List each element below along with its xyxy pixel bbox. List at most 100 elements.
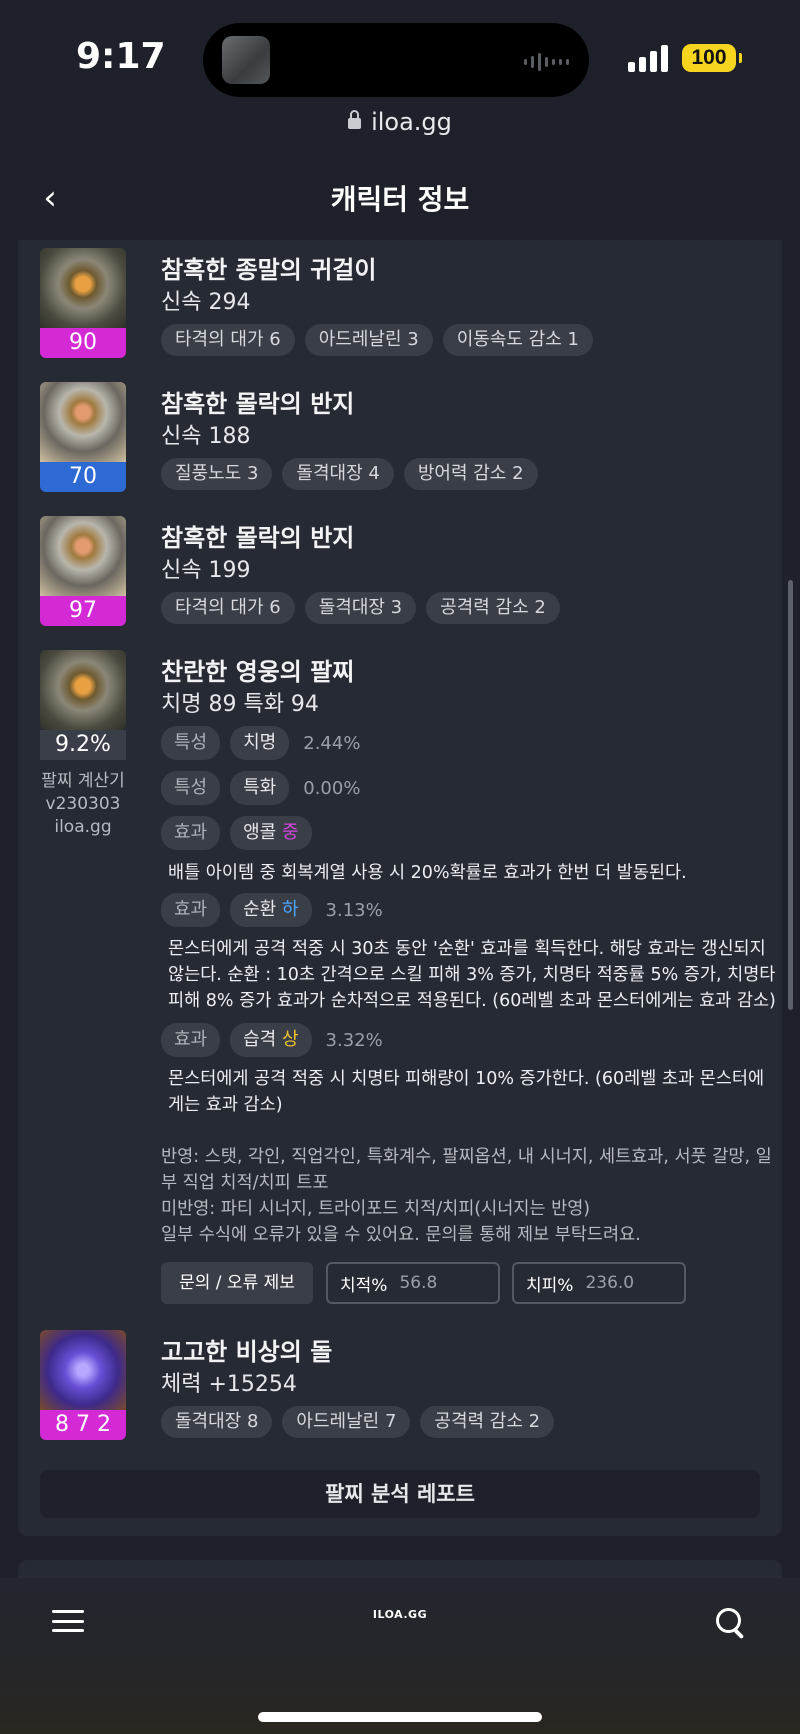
- audio-wave-icon: [524, 53, 569, 71]
- home-indicator: [258, 1712, 542, 1722]
- bottom-toolbar: ILOA.GG: [0, 1578, 800, 1734]
- status-bar: 9:17 100 iloa.gg: [0, 0, 800, 136]
- item-stat: 신속 199: [161, 558, 251, 583]
- crit-rate-field[interactable]: 치적% 56.8: [326, 1262, 500, 1304]
- trait-tag: 특성: [161, 771, 221, 805]
- item-thumbnail: 70: [40, 382, 126, 492]
- item-name: 참혹한 종말의 귀걸이: [161, 256, 377, 284]
- not-applied-note: 미반영: 파티 시너지, 트라이포드 치적/치피(시너지는 반영): [161, 1199, 591, 1219]
- earring-image: [40, 248, 126, 328]
- page-header: ‹ 캐릭터 정보: [0, 158, 800, 240]
- calc-version: v230303: [45, 794, 121, 814]
- engraving-chips: 돌격대장 8 아드레날린 7 공격력 감소 2: [161, 1406, 555, 1438]
- crit-rate-value: 56.8: [399, 1273, 438, 1293]
- trait-name: 특화: [230, 771, 290, 805]
- equipment-panel: 90 참혹한 종말의 귀걸이 신속 294 타격의 대가 6 아드레날린 3 이…: [18, 240, 782, 1536]
- stone-image: [40, 1330, 126, 1410]
- effect-description: 몬스터에게 공격 적중 시 30초 동안 '순환' 효과를 획득한다. 해당 효…: [168, 939, 776, 1011]
- engraving-chip: 질풍노도 3: [161, 458, 273, 490]
- engraving-chip: 타격의 대가 6: [161, 592, 295, 624]
- engraving-chips: 타격의 대가 6 돌격대장 3 공격력 감소 2: [161, 592, 560, 624]
- item-name: 참혹한 몰락의 반지: [161, 524, 355, 552]
- effect-name: 순환: [243, 899, 277, 920]
- lock-icon: [348, 110, 362, 129]
- engraving-chips: 타격의 대가 6 아드레날린 3 이동속도 감소 1: [161, 324, 593, 356]
- effect-name: 앵콜: [243, 822, 277, 843]
- effect-grade: 중: [281, 822, 299, 843]
- quality-badge: 97: [40, 596, 126, 626]
- engraving-chip: 공격력 감소 2: [420, 1406, 555, 1438]
- item-stat: 신속 188: [161, 424, 251, 449]
- search-icon[interactable]: [716, 1608, 746, 1638]
- effect-name: 습격: [243, 1029, 277, 1050]
- engraving-chip: 돌격대장 8: [161, 1406, 273, 1438]
- brand-logo[interactable]: ILOA.GG: [0, 1608, 800, 1621]
- effect-tag: 효과: [161, 1023, 221, 1057]
- calc-label: 팔찌 계산기: [41, 771, 125, 791]
- bracelet-section: 9.2% 팔찌 계산기 v230303 iloa.gg 찬란한 영웅의 팔찌 치…: [40, 650, 776, 1470]
- effect-tag: 효과: [161, 893, 221, 927]
- engraving-chips: 질풍노도 3 돌격대장 4 방어력 감소 2: [161, 458, 538, 490]
- url-text: iloa.gg: [371, 108, 452, 136]
- item-name: 찬란한 영웅의 팔찌: [161, 658, 355, 686]
- crit-damage-field[interactable]: 치피% 236.0: [512, 1262, 686, 1304]
- item-stat: 신속 294: [161, 290, 251, 315]
- ring-image: [40, 516, 126, 596]
- effect-grade: 상: [281, 1029, 299, 1050]
- bracelet-analysis-report-button[interactable]: 팔찌 분석 레포트: [40, 1470, 760, 1518]
- trait-tag: 특성: [161, 726, 221, 760]
- trait-value: 0.00%: [303, 777, 361, 799]
- trait-row: 특성 치명 2.44%: [161, 726, 360, 760]
- dynamic-island: [203, 23, 589, 97]
- bracelet-percent: 9.2%: [40, 730, 126, 760]
- engraving-chip: 이동속도 감소 1: [442, 324, 593, 356]
- effect-name-chip: 습격 상: [230, 1023, 312, 1057]
- now-playing-thumbnail: [222, 36, 270, 84]
- item-name: 고고한 비상의 돌: [161, 1338, 333, 1366]
- engraving-chip: 아드레날린 3: [304, 324, 433, 356]
- effect-value: 3.32%: [325, 1029, 383, 1051]
- effect-description: 몬스터에게 공격 적중 시 치명타 피해량이 10% 증가한다. (60레벨 초…: [168, 1069, 765, 1115]
- item-thumbnail: 90: [40, 248, 126, 358]
- page-title: 캐릭터 정보: [330, 183, 470, 216]
- effect-name-chip: 순환 하: [230, 893, 312, 927]
- engraving-chip: 아드레날린 7: [282, 1406, 411, 1438]
- trait-row: 특성 특화 0.00%: [161, 771, 360, 805]
- item-stat: 치명 89 특화 94: [161, 692, 319, 717]
- crit-rate-label: 치적%: [340, 1275, 388, 1296]
- item-name: 참혹한 몰락의 반지: [161, 390, 355, 418]
- effect-grade: 하: [281, 899, 299, 920]
- engraving-chip: 타격의 대가 6: [161, 324, 295, 356]
- engraving-chip: 공격력 감소 2: [426, 592, 560, 624]
- engraving-chip: 방어력 감소 2: [403, 458, 538, 490]
- trait-name: 치명: [230, 726, 290, 760]
- engraving-chip: 돌격대장 4: [282, 458, 394, 490]
- effect-row: 효과 습격 상 3.32%: [161, 1023, 383, 1057]
- bracelet-image: [40, 650, 126, 730]
- applied-note: 반영: 스탯, 각인, 직업각인, 특화계수, 팔찌옵션, 내 시너지, 세트효…: [161, 1147, 772, 1193]
- disclaimer-note: 일부 수식에 오류가 있을 수 있어요. 문의를 통해 제보 부탁드려요.: [161, 1225, 641, 1245]
- effect-name-chip: 앵콜 중: [230, 816, 312, 850]
- effect-row: 효과 순환 하 3.13%: [161, 893, 383, 927]
- trait-value: 2.44%: [303, 732, 361, 754]
- calc-site: iloa.gg: [54, 817, 112, 837]
- battery-indicator: 100: [682, 44, 742, 72]
- stone-level-badge: 8 7 2: [40, 1410, 126, 1440]
- effect-row: 효과 앵콜 중: [161, 816, 312, 850]
- item-thumbnail: [40, 650, 126, 730]
- item-thumbnail: 8 7 2: [40, 1330, 126, 1440]
- report-error-button[interactable]: 문의 / 오류 제보: [161, 1262, 313, 1304]
- effect-tag: 효과: [161, 816, 221, 850]
- effect-description: 배틀 아이템 중 회복계열 사용 시 20%확률로 효과가 한번 더 발동된다.: [168, 863, 687, 883]
- url-bar[interactable]: iloa.gg: [0, 108, 800, 136]
- ring-image: [40, 382, 126, 462]
- scrollbar[interactable]: [788, 580, 793, 1010]
- quality-badge: 90: [40, 328, 126, 358]
- clock: 9:17: [76, 36, 166, 77]
- crit-damage-label: 치피%: [526, 1275, 574, 1296]
- cellular-signal-icon: [628, 44, 668, 72]
- crit-damage-value: 236.0: [585, 1273, 635, 1293]
- effect-value: 3.13%: [325, 899, 383, 921]
- quality-badge: 70: [40, 462, 126, 492]
- item-thumbnail: 97: [40, 516, 126, 626]
